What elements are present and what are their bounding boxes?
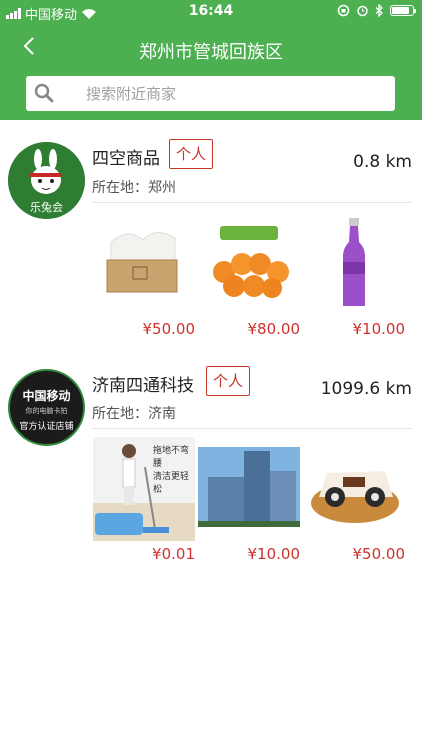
product-image[interactable]: [303, 212, 405, 316]
logo-text-sub: 你的电脑卡拍: [25, 407, 68, 415]
shop-logo[interactable]: 乐兔会: [8, 142, 85, 219]
shop-name[interactable]: 四空商品: [92, 144, 160, 169]
oranges-image: [198, 212, 300, 316]
product-price: ¥10.00: [352, 320, 406, 338]
product-image[interactable]: [198, 212, 300, 316]
location-label: 所在地：郑州: [92, 180, 176, 196]
cake-image: [303, 437, 405, 541]
shop-logo[interactable]: 中国移动 你的电脑卡拍 官方认证店铺: [8, 369, 85, 446]
shop-card[interactable]: 乐兔会 四空商品 个人 0.8 km 所在地：郑州 ¥50.00 ¥80.00 …: [0, 120, 422, 340]
shop-card[interactable]: 中国移动 你的电脑卡拍 官方认证店铺 济南四通科技 个人 1099.6 km 所…: [0, 355, 422, 575]
search-input[interactable]: [86, 76, 386, 111]
app-header: 中国移动 16:44 郑州市管城回族区: [0, 0, 422, 120]
orientation-lock-icon: [337, 4, 350, 17]
distance-label: 0.8 km: [353, 152, 412, 172]
divider: [92, 202, 412, 203]
logo-text: 乐兔会: [30, 201, 63, 214]
status-bar: 中国移动 16:44: [0, 0, 422, 24]
logo-text-cert: 官方认证店铺: [19, 422, 74, 432]
battery-icon: [390, 5, 416, 16]
shop-type-badge: 个人: [169, 139, 214, 169]
logo-text-title: 中国移动: [22, 389, 71, 403]
building-image: [198, 437, 300, 541]
shop-type-badge: 个人: [206, 366, 251, 396]
page-title: 郑州市管城回族区: [139, 42, 283, 63]
product-price: ¥50.00: [352, 545, 406, 563]
product-image[interactable]: [93, 212, 195, 316]
product-price: ¥0.01: [152, 545, 195, 563]
divider: [92, 428, 412, 429]
tissue-box-image: [93, 212, 195, 316]
shop-name[interactable]: 济南四通科技: [92, 371, 194, 396]
distance-label: 1099.6 km: [320, 379, 412, 399]
product-image[interactable]: [198, 437, 300, 541]
product-image[interactable]: 拖地不弯腰 清洁更轻松: [93, 437, 195, 541]
rio-bottle-image: [303, 212, 405, 316]
bluetooth-icon: [375, 4, 383, 17]
search-bar[interactable]: [26, 76, 395, 111]
product-price: ¥10.00: [247, 545, 301, 563]
product-price: ¥80.00: [247, 320, 301, 338]
product-price: ¥50.00: [142, 320, 196, 338]
search-icon[interactable]: [34, 83, 54, 103]
location-label: 所在地：济南: [92, 406, 176, 422]
product-image[interactable]: [303, 437, 405, 541]
alarm-icon: [357, 5, 368, 17]
product-overlay-text: 拖地不弯腰 清洁更轻松: [153, 446, 190, 495]
